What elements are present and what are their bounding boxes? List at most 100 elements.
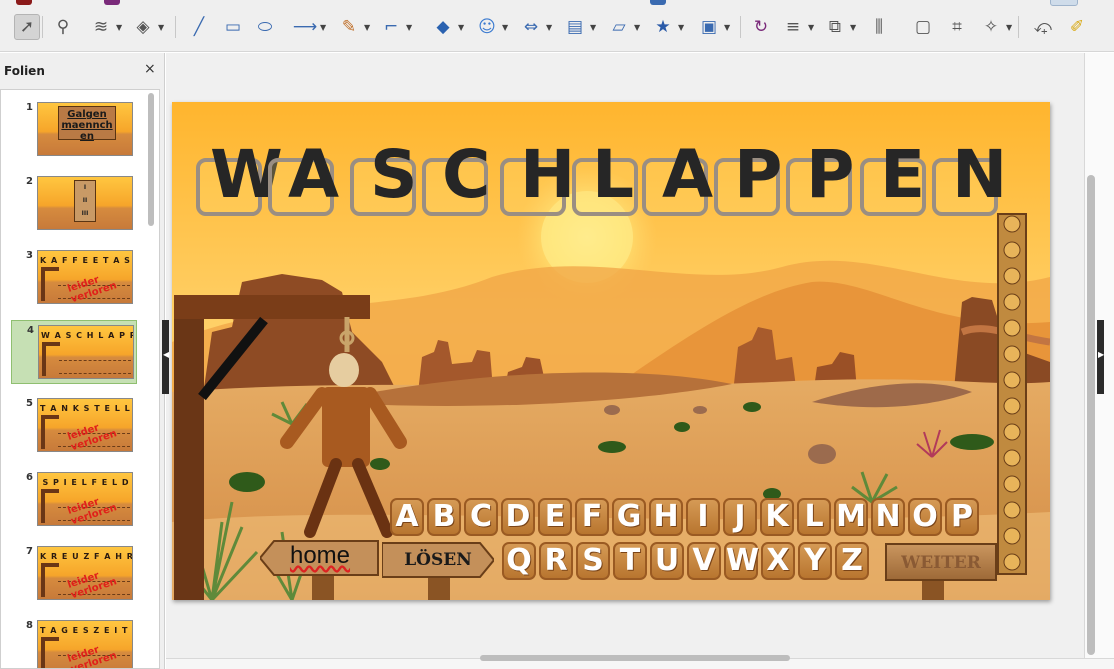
symbol-shapes-button[interactable]: ☺ xyxy=(474,14,500,40)
vertical-scrollbar[interactable] xyxy=(1087,175,1095,655)
dropdown-arrow-icon[interactable]: ▼ xyxy=(850,24,858,32)
points-button[interactable]: ⤽ xyxy=(1030,14,1056,40)
dropdown-arrow-icon[interactable]: ▼ xyxy=(808,24,816,32)
line-button[interactable]: ╱ xyxy=(186,14,212,40)
3d-objects-button[interactable]: ▣ xyxy=(696,14,722,40)
letter-key-e[interactable]: E xyxy=(538,498,572,536)
basic-shapes-icon: ◆ xyxy=(436,17,450,37)
gallows-mini-beam xyxy=(41,563,59,567)
glue-points-button[interactable]: ✐ xyxy=(1064,14,1090,40)
solve-button[interactable]: LÖSEN xyxy=(382,541,494,579)
close-icon[interactable]: × xyxy=(144,61,156,77)
rectangle-icon: ▭ xyxy=(224,17,242,37)
dropdown-arrow-icon[interactable]: ▼ xyxy=(724,24,732,32)
letter-key-v[interactable]: V xyxy=(687,542,721,580)
shadow-button[interactable]: ▢ xyxy=(910,14,936,40)
letter-key-k[interactable]: K xyxy=(760,498,794,536)
distribute-button[interactable]: ⫼ xyxy=(866,14,892,40)
letter-key-m[interactable]: M xyxy=(834,498,868,536)
slide-panel-scrollbar[interactable] xyxy=(148,93,154,226)
letter-key-q[interactable]: Q xyxy=(502,542,536,580)
connectors-button[interactable]: ⌐ xyxy=(378,14,404,40)
letter-key-n[interactable]: N xyxy=(871,498,905,536)
dropdown-arrow-icon[interactable]: ▼ xyxy=(546,24,554,32)
arrange-button[interactable]: ⧉ xyxy=(822,14,848,40)
dropdown-arrow-icon[interactable]: ▼ xyxy=(634,24,642,32)
ellipse-button[interactable]: ⬭ xyxy=(252,14,278,40)
line-ends-arrow-button[interactable]: ⟶ xyxy=(292,14,318,40)
letter-key-r[interactable]: R xyxy=(539,542,573,580)
letter-key-g[interactable]: G xyxy=(612,498,646,536)
slide-thumbnail-7[interactable]: 7 K R E U Z F A H R Tleider verloren xyxy=(11,542,137,606)
line-color-button[interactable]: ≋ xyxy=(88,14,114,40)
select-cursor-button[interactable]: ➚ xyxy=(14,14,40,40)
filter-wand-button[interactable]: ✧ xyxy=(978,14,1004,40)
slide-canvas[interactable]: WASCHLAPPEN ABCDEFGHIJKLMNOPQRSTUVWXYZ h… xyxy=(172,102,1050,600)
slide-thumbnail-5[interactable]: 5 T A N K S T E L L Eleider verloren xyxy=(11,394,137,458)
dropdown-arrow-icon[interactable]: ▼ xyxy=(458,24,466,32)
letter-key-y[interactable]: Y xyxy=(798,542,832,580)
block-arrows-button[interactable]: ⇔ xyxy=(518,14,544,40)
letter-key-s[interactable]: S xyxy=(576,542,610,580)
flowchart-button[interactable]: ▤ xyxy=(562,14,588,40)
dropdown-arrow-icon[interactable]: ▼ xyxy=(116,24,124,32)
recent-document-icon[interactable] xyxy=(16,0,32,5)
horizontal-scrollbar[interactable] xyxy=(480,655,790,661)
letter-key-t[interactable]: T xyxy=(613,542,647,580)
slide-thumbnail-3[interactable]: 3 K A F F E E T A S S Eleider verloren xyxy=(11,246,137,310)
line-ends-arrow-icon: ⟶ xyxy=(292,17,318,37)
word-letter: N xyxy=(952,136,1008,213)
letter-key-l[interactable]: L xyxy=(797,498,831,536)
letter-key-j[interactable]: J xyxy=(723,498,757,536)
letter-key-f[interactable]: F xyxy=(575,498,609,536)
slide-thumbnail-8[interactable]: 8 T A G E S Z E I T U N Gleider verloren xyxy=(11,616,137,668)
callouts-button[interactable]: ▱ xyxy=(606,14,632,40)
letter-key-a[interactable]: A xyxy=(390,498,424,536)
letter-key-d[interactable]: D xyxy=(501,498,535,536)
letter-key-z[interactable]: Z xyxy=(835,542,869,580)
letter-key-h[interactable]: H xyxy=(649,498,683,536)
curves-polygons-button[interactable]: ✎ xyxy=(336,14,362,40)
align-button[interactable]: ≡ xyxy=(780,14,806,40)
basic-shapes-button[interactable]: ◆ xyxy=(430,14,456,40)
dropdown-arrow-icon[interactable]: ▼ xyxy=(364,24,372,32)
slide-thumbnail-2[interactable]: 2 I II III xyxy=(11,172,137,236)
letter-key-o[interactable]: O xyxy=(908,498,942,536)
dropdown-arrow-icon[interactable]: ▼ xyxy=(158,24,166,32)
slide-preview: S P I E L F E L Dleider verloren xyxy=(37,472,133,526)
letter-key-u[interactable]: U xyxy=(650,542,684,580)
letter-key-p[interactable]: P xyxy=(945,498,979,536)
slide-thumbnail-4[interactable]: 4 W A S C H L A P P E N xyxy=(11,320,137,384)
letter-key-x[interactable]: X xyxy=(761,542,795,580)
letter-key-b[interactable]: B xyxy=(427,498,461,536)
hangman-body xyxy=(322,387,370,467)
dropdown-arrow-icon[interactable]: ▼ xyxy=(406,24,414,32)
slide-preview-levels: I II III xyxy=(74,180,96,222)
sidebar-toggle-icon[interactable] xyxy=(1050,0,1078,6)
dropdown-arrow-icon[interactable]: ▼ xyxy=(590,24,598,32)
dropdown-arrow-icon[interactable]: ▼ xyxy=(502,24,510,32)
format-icon[interactable] xyxy=(104,0,120,5)
dropdown-arrow-icon[interactable]: ▼ xyxy=(320,24,328,32)
slide-thumbnail-6[interactable]: 6 S P I E L F E L Dleider verloren xyxy=(11,468,137,532)
letter-key-i[interactable]: I xyxy=(686,498,720,536)
slide-preview-title: K R E U Z F A H R T xyxy=(40,552,132,561)
rectangle-button[interactable]: ▭ xyxy=(220,14,246,40)
slide-list[interactable]: 1 Galgen maennch en 2 I II III 3 K A F F E E T … xyxy=(0,89,160,669)
slide-preview-title: Galgen maennch en xyxy=(58,106,116,142)
collapse-sidebar-handle[interactable]: ▶ xyxy=(1097,320,1104,394)
letter-key-c[interactable]: C xyxy=(464,498,498,536)
slide-thumbnail-1[interactable]: 1 Galgen maennch en xyxy=(11,98,137,162)
rotate-button[interactable]: ↻ xyxy=(748,14,774,40)
next-button[interactable]: WEITER xyxy=(885,543,997,581)
collapse-slide-panel-handle[interactable]: ◀ xyxy=(162,320,169,394)
dropdown-arrow-icon[interactable]: ▼ xyxy=(1006,24,1014,32)
dropdown-arrow-icon[interactable]: ▼ xyxy=(678,24,686,32)
home-button[interactable]: home xyxy=(260,539,380,577)
stars-button[interactable]: ★ xyxy=(650,14,676,40)
window-icon[interactable] xyxy=(650,0,666,5)
crop-button[interactable]: ⌗ xyxy=(944,14,970,40)
letter-key-w[interactable]: W xyxy=(724,542,759,580)
zoom-pan-button[interactable]: ⚲ xyxy=(50,14,76,40)
fill-color-button[interactable]: ◈ xyxy=(130,14,156,40)
